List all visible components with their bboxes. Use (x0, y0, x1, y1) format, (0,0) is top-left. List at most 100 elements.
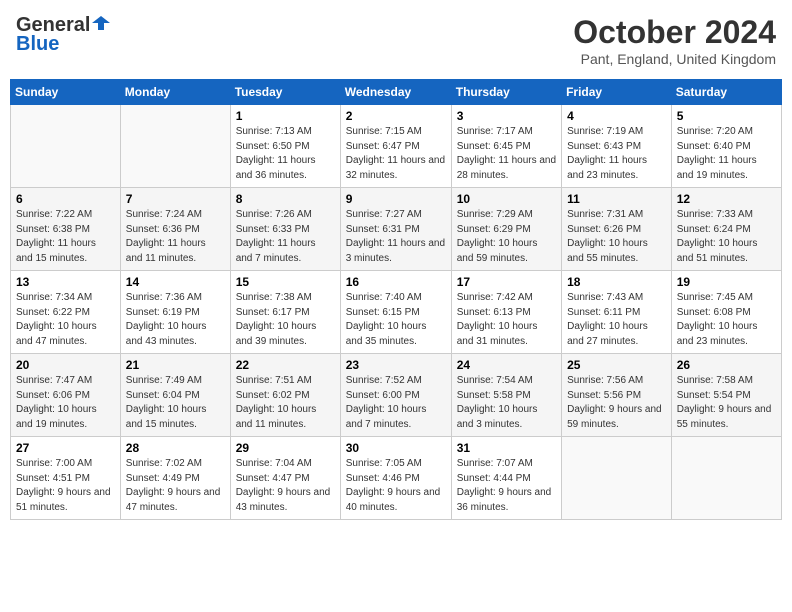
calendar-week-row: 13 Sunrise: 7:34 AMSunset: 6:22 PMDayligh… (11, 271, 782, 354)
title-month: October 2024 (573, 14, 776, 51)
day-number: 9 (346, 192, 446, 206)
day-number: 3 (457, 109, 556, 123)
day-info: Sunrise: 7:20 AMSunset: 6:40 PMDaylight:… (677, 125, 776, 183)
calendar-cell (562, 437, 672, 520)
logo: General Blue (16, 14, 110, 56)
day-number: 28 (126, 441, 225, 455)
calendar-cell: 7 Sunrise: 7:24 AMSunset: 6:36 PMDaylight… (120, 188, 230, 271)
calendar-table: SundayMondayTuesdayWednesdayThursdayFrid… (10, 79, 782, 520)
calendar-cell: 2 Sunrise: 7:15 AMSunset: 6:47 PMDaylight… (340, 105, 451, 188)
day-of-week-header: Tuesday (230, 80, 340, 105)
day-info: Sunrise: 7:02 AMSunset: 4:49 PMDaylight:… (126, 457, 225, 515)
title-area: October 2024 Pant, England, United Kingd… (573, 14, 776, 67)
day-of-week-header: Wednesday (340, 80, 451, 105)
day-number: 12 (677, 192, 776, 206)
day-info: Sunrise: 7:45 AMSunset: 6:08 PMDaylight:… (677, 291, 776, 349)
title-location: Pant, England, United Kingdom (573, 51, 776, 67)
day-number: 15 (236, 275, 335, 289)
day-info: Sunrise: 7:29 AMSunset: 6:29 PMDaylight:… (457, 208, 556, 266)
calendar-cell: 12 Sunrise: 7:33 AMSunset: 6:24 PMDayligh… (671, 188, 781, 271)
calendar-cell: 19 Sunrise: 7:45 AMSunset: 6:08 PMDayligh… (671, 271, 781, 354)
calendar-cell: 6 Sunrise: 7:22 AMSunset: 6:38 PMDaylight… (11, 188, 121, 271)
calendar-cell: 8Sunrise: 7:26 AMSunset: 6:33 PMDaylight… (230, 188, 340, 271)
day-info: Sunrise: 7:17 AMSunset: 6:45 PMDaylight:… (457, 125, 556, 183)
day-number: 14 (126, 275, 225, 289)
day-info: Sunrise: 7:36 AMSunset: 6:19 PMDaylight:… (126, 291, 225, 349)
day-of-week-header: Sunday (11, 80, 121, 105)
calendar-week-row: 27Sunrise: 7:00 AMSunset: 4:51 PMDayligh… (11, 437, 782, 520)
day-number: 30 (346, 441, 446, 455)
day-info: Sunrise: 7:42 AMSunset: 6:13 PMDaylight:… (457, 291, 556, 349)
day-number: 2 (346, 109, 446, 123)
calendar-cell: 16 Sunrise: 7:40 AMSunset: 6:15 PMDayligh… (340, 271, 451, 354)
day-info: Sunrise: 7:58 AMSunset: 5:54 PMDaylight:… (677, 374, 776, 432)
day-number: 16 (346, 275, 446, 289)
calendar-cell (120, 105, 230, 188)
calendar-cell (671, 437, 781, 520)
day-number: 20 (16, 358, 115, 372)
calendar-cell: 18 Sunrise: 7:43 AMSunset: 6:11 PMDayligh… (562, 271, 672, 354)
day-info: Sunrise: 7:49 AMSunset: 6:04 PMDaylight:… (126, 374, 225, 432)
calendar-cell: 20 Sunrise: 7:47 AMSunset: 6:06 PMDayligh… (11, 354, 121, 437)
calendar-cell: 3 Sunrise: 7:17 AMSunset: 6:45 PMDaylight… (451, 105, 561, 188)
calendar-cell: 4Sunrise: 7:19 AMSunset: 6:43 PMDaylight… (562, 105, 672, 188)
calendar-cell: 13 Sunrise: 7:34 AMSunset: 6:22 PMDayligh… (11, 271, 121, 354)
day-info: Sunrise: 7:54 AMSunset: 5:58 PMDaylight:… (457, 374, 556, 432)
calendar-cell: 25Sunrise: 7:56 AMSunset: 5:56 PMDayligh… (562, 354, 672, 437)
day-info: Sunrise: 7:43 AMSunset: 6:11 PMDaylight:… (567, 291, 666, 349)
day-of-week-header: Thursday (451, 80, 561, 105)
calendar-cell: 9 Sunrise: 7:27 AMSunset: 6:31 PMDaylight… (340, 188, 451, 271)
day-number: 31 (457, 441, 556, 455)
calendar-header-row: SundayMondayTuesdayWednesdayThursdayFrid… (11, 80, 782, 105)
calendar-cell: 30 Sunrise: 7:05 AMSunset: 4:46 PMDayligh… (340, 437, 451, 520)
calendar-cell: 22 Sunrise: 7:51 AMSunset: 6:02 PMDayligh… (230, 354, 340, 437)
logo-bird-icon (92, 14, 110, 32)
day-number: 19 (677, 275, 776, 289)
day-number: 13 (16, 275, 115, 289)
day-info: Sunrise: 7:15 AMSunset: 6:47 PMDaylight:… (346, 125, 446, 183)
day-number: 23 (346, 358, 446, 372)
day-info: Sunrise: 7:40 AMSunset: 6:15 PMDaylight:… (346, 291, 446, 349)
day-number: 7 (126, 192, 225, 206)
calendar-cell: 5 Sunrise: 7:20 AMSunset: 6:40 PMDaylight… (671, 105, 781, 188)
day-of-week-header: Monday (120, 80, 230, 105)
calendar-cell: 21Sunrise: 7:49 AMSunset: 6:04 PMDayligh… (120, 354, 230, 437)
day-info: Sunrise: 7:05 AMSunset: 4:46 PMDaylight:… (346, 457, 446, 515)
day-info: Sunrise: 7:31 AMSunset: 6:26 PMDaylight:… (567, 208, 666, 266)
calendar-cell: 24Sunrise: 7:54 AMSunset: 5:58 PMDayligh… (451, 354, 561, 437)
day-info: Sunrise: 7:27 AMSunset: 6:31 PMDaylight:… (346, 208, 446, 266)
page-header: General Blue October 2024 Pant, England,… (10, 10, 782, 71)
day-number: 10 (457, 192, 556, 206)
calendar-cell: 17Sunrise: 7:42 AMSunset: 6:13 PMDayligh… (451, 271, 561, 354)
day-info: Sunrise: 7:47 AMSunset: 6:06 PMDaylight:… (16, 374, 115, 432)
calendar-body: 1Sunrise: 7:13 AMSunset: 6:50 PMDaylight… (11, 105, 782, 520)
day-number: 29 (236, 441, 335, 455)
day-number: 5 (677, 109, 776, 123)
day-info: Sunrise: 7:22 AMSunset: 6:38 PMDaylight:… (16, 208, 115, 266)
day-number: 11 (567, 192, 666, 206)
calendar-week-row: 6 Sunrise: 7:22 AMSunset: 6:38 PMDaylight… (11, 188, 782, 271)
calendar-cell: 27Sunrise: 7:00 AMSunset: 4:51 PMDayligh… (11, 437, 121, 520)
day-number: 26 (677, 358, 776, 372)
day-info: Sunrise: 7:52 AMSunset: 6:00 PMDaylight:… (346, 374, 446, 432)
calendar-cell: 31Sunrise: 7:07 AMSunset: 4:44 PMDayligh… (451, 437, 561, 520)
calendar-cell: 14 Sunrise: 7:36 AMSunset: 6:19 PMDayligh… (120, 271, 230, 354)
day-info: Sunrise: 7:56 AMSunset: 5:56 PMDaylight:… (567, 374, 666, 432)
day-info: Sunrise: 7:19 AMSunset: 6:43 PMDaylight:… (567, 125, 666, 183)
day-info: Sunrise: 7:38 AMSunset: 6:17 PMDaylight:… (236, 291, 335, 349)
day-info: Sunrise: 7:00 AMSunset: 4:51 PMDaylight:… (16, 457, 115, 515)
day-info: Sunrise: 7:24 AMSunset: 6:36 PMDaylight:… (126, 208, 225, 266)
day-info: Sunrise: 7:04 AMSunset: 4:47 PMDaylight:… (236, 457, 335, 515)
day-info: Sunrise: 7:34 AMSunset: 6:22 PMDaylight:… (16, 291, 115, 349)
day-number: 18 (567, 275, 666, 289)
calendar-cell (11, 105, 121, 188)
calendar-cell: 15 Sunrise: 7:38 AMSunset: 6:17 PMDayligh… (230, 271, 340, 354)
day-number: 6 (16, 192, 115, 206)
calendar-cell: 29 Sunrise: 7:04 AMSunset: 4:47 PMDayligh… (230, 437, 340, 520)
day-info: Sunrise: 7:51 AMSunset: 6:02 PMDaylight:… (236, 374, 335, 432)
calendar-cell: 1Sunrise: 7:13 AMSunset: 6:50 PMDaylight… (230, 105, 340, 188)
day-number: 22 (236, 358, 335, 372)
day-info: Sunrise: 7:33 AMSunset: 6:24 PMDaylight:… (677, 208, 776, 266)
calendar-week-row: 1Sunrise: 7:13 AMSunset: 6:50 PMDaylight… (11, 105, 782, 188)
day-info: Sunrise: 7:13 AMSunset: 6:50 PMDaylight:… (236, 125, 335, 183)
